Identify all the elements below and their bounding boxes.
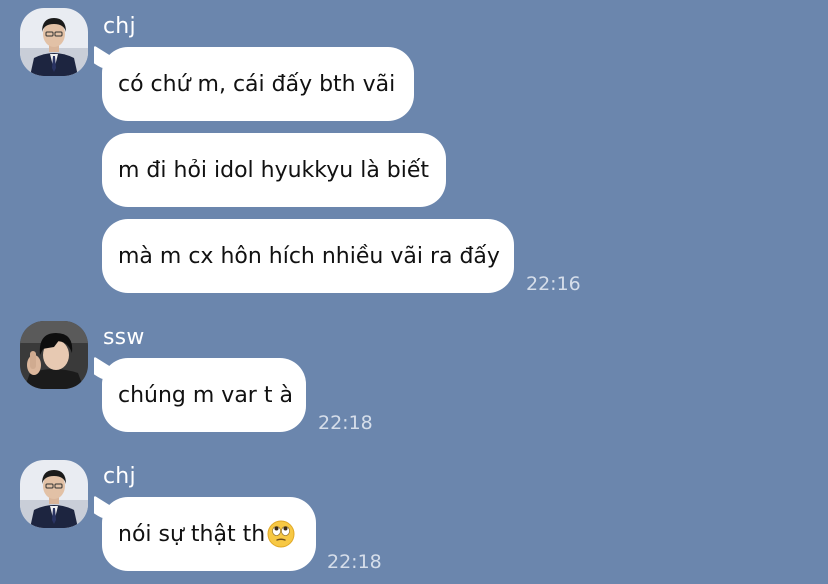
message-timestamp: 22:18 [318, 412, 373, 434]
sender-name: ssw [103, 325, 145, 350]
sender-name: chj [103, 14, 136, 39]
avatar[interactable] [20, 8, 88, 76]
message-text: m đi hỏi idol hyukkyu là biết [118, 157, 430, 183]
person-in-suit-icon [20, 460, 88, 528]
message-timestamp: 22:16 [526, 273, 581, 295]
avatar[interactable] [20, 321, 88, 389]
message-bubble[interactable]: chúng m var t à [102, 358, 306, 432]
message-text: có chứ m, cái đấy bth vãi [118, 71, 396, 97]
message-text: chúng m var t à [118, 382, 293, 408]
message-bubble[interactable]: mà m cx hôn hích nhiều vãi ra đấy [102, 219, 514, 293]
chat-view: chj có chứ m, cái đấy bth vãi m đi hỏi i… [0, 0, 828, 584]
sender-name: chj [103, 464, 136, 489]
avatar[interactable] [20, 460, 88, 528]
rolling-eyes-emoji-icon [267, 520, 295, 548]
message-timestamp: 22:18 [327, 551, 382, 573]
person-in-suit-icon [20, 8, 88, 76]
message-text: mà m cx hôn hích nhiều vãi ra đấy [118, 243, 500, 269]
message-bubble[interactable]: m đi hỏi idol hyukkyu là biết [102, 133, 446, 207]
message-text: nói sự thật th [118, 521, 266, 547]
dark-hair-person-icon [20, 321, 88, 389]
message-bubble[interactable]: có chứ m, cái đấy bth vãi [102, 47, 414, 121]
message-bubble[interactable]: nói sự thật th [102, 497, 316, 571]
